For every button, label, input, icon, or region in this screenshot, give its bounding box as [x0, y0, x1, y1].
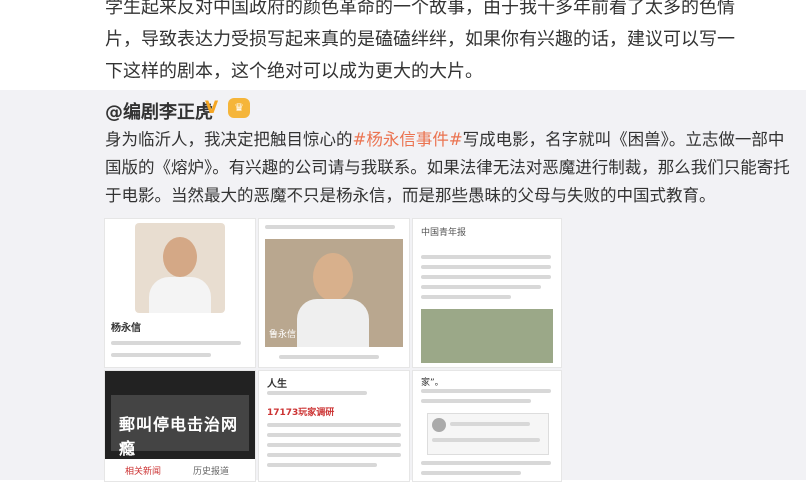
repost-text-part1: 身为临沂人，我决定把触目惊心的	[105, 130, 353, 149]
portrait-photo	[135, 223, 225, 313]
thumb-caption: 鲁永信	[269, 330, 297, 340]
thumb-heading: 中国青年报	[421, 228, 467, 238]
repost-body: 身为临沂人，我决定把触目惊心的#杨永信事件#写成电影，名字就叫《困兽》。立志做一…	[105, 126, 795, 210]
crown-badge-icon: ♛	[228, 98, 250, 118]
thumb-title: 人生	[267, 379, 287, 390]
embedded-post	[427, 413, 549, 455]
post-line: 片，导致表达力受损写起来真的是磕磕绊绊，如果你有兴趣的话，建议可以写一	[105, 29, 735, 50]
related-news-link[interactable]: 相关新闻	[125, 464, 161, 477]
classroom-photo	[421, 309, 553, 363]
previous-post-text: 学生起来反对中国政府的颜色革命的一个故事，由于我十多年前看了太多的色情 片，导致…	[0, 0, 806, 90]
thumb-text: 家”。	[421, 378, 444, 388]
verified-icon: V	[205, 98, 219, 118]
image-thumbnail-4[interactable]: 郵叫停电击治网瘾 相关新闻 历史报道	[104, 370, 256, 482]
image-thumbnail-5[interactable]: 人生 17173玩家调研	[258, 370, 410, 482]
thumb-highlight: 17173玩家调研	[267, 408, 335, 418]
thumb-name: 杨永信	[111, 323, 141, 334]
post-line: 学生起来反对中国政府的颜色革命的一个故事，由于我十多年前看了太多的色情	[105, 0, 735, 18]
image-thumbnail-1[interactable]: 杨永信	[104, 218, 256, 368]
image-thumbnail-3[interactable]: 中国青年报	[412, 218, 562, 368]
repost-author-link[interactable]: @编剧李正虎	[105, 98, 213, 124]
image-thumbnail-2[interactable]: 鲁永信	[258, 218, 410, 368]
hashtag-link[interactable]: #杨永信事件#	[353, 130, 463, 149]
post-line: 下这样的剧本，这个绝对可以成为更大的大片。	[105, 61, 483, 82]
news-banner: 郵叫停电击治网瘾	[111, 395, 249, 458]
history-link[interactable]: 历史报道	[193, 464, 229, 477]
image-thumbnail-6[interactable]: 家”。	[412, 370, 562, 482]
